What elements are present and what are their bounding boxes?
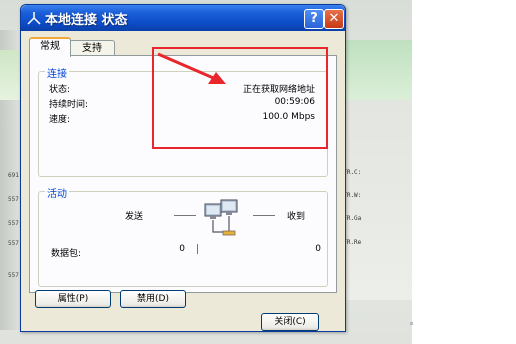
properties-button[interactable]: 属性(P): [35, 290, 111, 308]
duration-label: 持续时间:: [49, 100, 89, 110]
help-button[interactable]: ?: [304, 9, 324, 29]
disable-button[interactable]: 禁用(D): [120, 290, 186, 308]
network-connection-icon: [27, 11, 41, 25]
annotation-arrow-icon: [157, 52, 226, 84]
activity-divider: [197, 244, 198, 254]
title-bar[interactable]: 本地连接 状态 ? ✕: [21, 5, 345, 31]
received-label: 收到: [287, 212, 306, 222]
background-left-number: 691: [8, 172, 19, 179]
activity-group: 活动 发送 收到 数据包: 0 0: [38, 185, 328, 287]
tab-general[interactable]: 常规: [29, 37, 71, 57]
speed-label: 速度:: [49, 115, 71, 125]
packets-received-value: 0: [315, 244, 321, 254]
packets-sent-value: 0: [179, 244, 185, 254]
connection-group-label: 连接: [45, 65, 69, 80]
packets-label: 数据包:: [51, 249, 82, 259]
close-window-button[interactable]: ✕: [324, 9, 344, 29]
background-left-number: 557: [8, 240, 19, 247]
activity-group-label: 活动: [45, 185, 69, 200]
background-left-number: 557: [8, 272, 19, 279]
sent-label: 发送: [125, 212, 144, 222]
status-label: 状态:: [49, 85, 71, 95]
background-left-number: 557: [8, 196, 19, 203]
sent-line: [174, 215, 196, 216]
received-line: [253, 215, 275, 216]
stray-dot: [410, 322, 413, 325]
background-left-number: 557: [8, 220, 19, 227]
window-title: 本地连接 状态: [45, 13, 128, 28]
network-activity-icon: [204, 199, 238, 236]
close-button[interactable]: 关闭(C): [261, 313, 319, 331]
